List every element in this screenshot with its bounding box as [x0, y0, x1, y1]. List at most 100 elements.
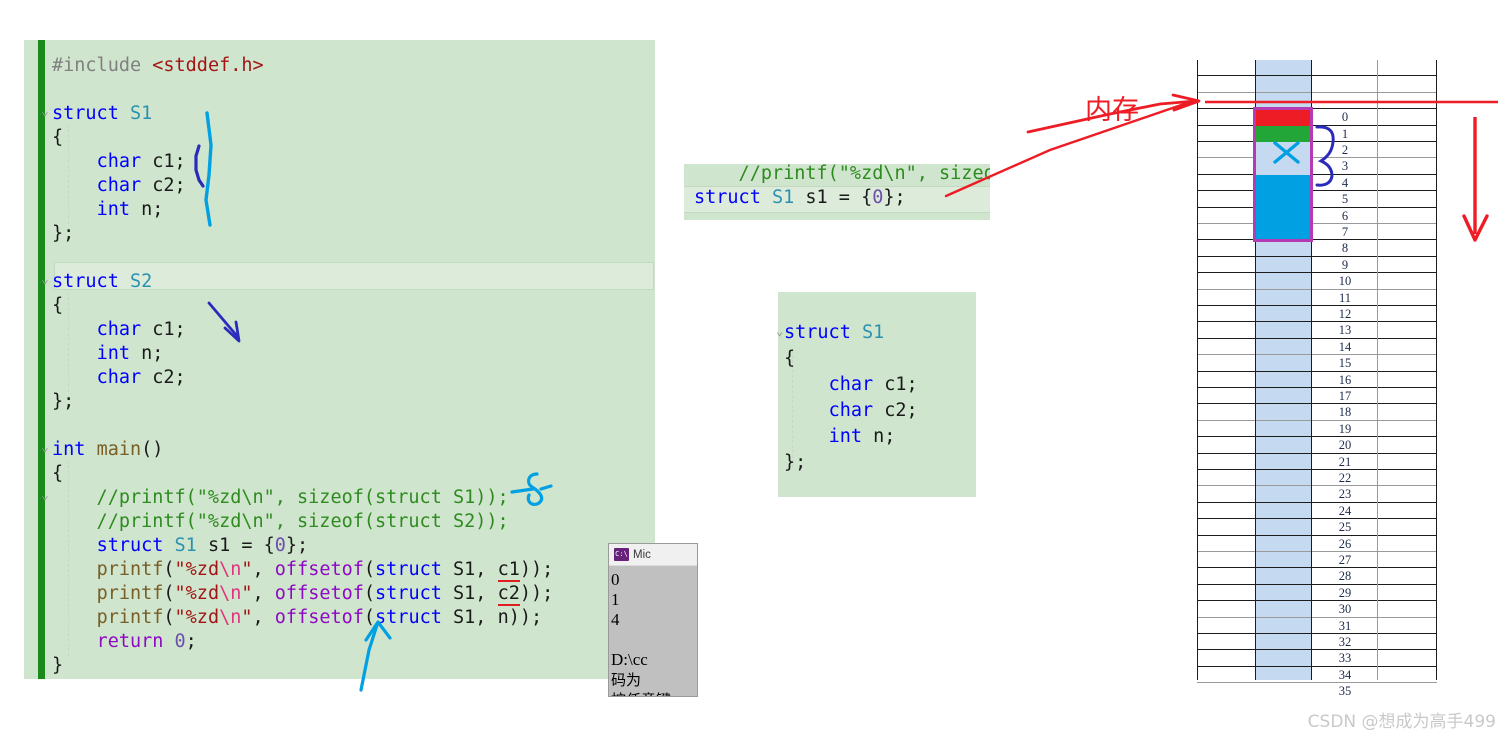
code-line: char c1;	[52, 150, 186, 174]
memory-offset-label: 24	[1338, 503, 1352, 518]
chevron-down-icon[interactable]: ⌄	[776, 324, 783, 338]
code-token: (	[163, 559, 175, 580]
code-token: c1;	[152, 319, 186, 340]
code-token: char	[96, 367, 153, 388]
code-token: };	[883, 187, 906, 208]
code-token: ,	[252, 583, 275, 604]
code-token: char	[828, 400, 885, 421]
code-token: };	[52, 223, 75, 244]
memory-offset-label: 15	[1338, 356, 1352, 371]
memory-offset-label: 25	[1338, 520, 1352, 535]
code-token: ,	[252, 607, 275, 628]
code-editor-panel[interactable]: #include <stddef.h> struct S1{ char c1; c…	[24, 40, 655, 679]
code-token: char	[96, 151, 153, 172]
code-token: S2	[129, 271, 153, 292]
code-line: struct S1	[52, 102, 152, 126]
memory-offset-label: 30	[1338, 602, 1352, 617]
code-token: s1 = {	[196, 535, 275, 556]
memory-offset-label: 20	[1338, 438, 1352, 453]
code-token: offsetof	[274, 607, 364, 628]
code-token: (	[363, 583, 376, 604]
console-output-line: 4	[611, 610, 620, 629]
code-token: };	[784, 452, 807, 473]
console-output-window[interactable]: C:\ Mic 014 D:\cc 码为按任意键	[608, 543, 698, 697]
memory-offset-label: 21	[1338, 454, 1352, 469]
code-token: "%zd	[174, 559, 220, 580]
memory-annotation-label: 内存	[1085, 95, 1139, 126]
code-line: //printf("%zd\n", sizeof	[694, 164, 990, 186]
memory-offset-label: 11	[1338, 290, 1352, 305]
code-token: };	[52, 391, 75, 412]
code-line: {	[52, 294, 63, 318]
code-token: struct	[375, 607, 454, 628]
code-line: return 0;	[52, 630, 197, 654]
code-token: S1	[129, 103, 153, 124]
code-token: c2;	[152, 367, 186, 388]
code-token: \n	[219, 583, 242, 604]
memory-offset-label: 27	[1338, 553, 1352, 567]
code-line: printf("%zd\n", offsetof(struct S1, c2))…	[52, 582, 553, 606]
chevron-down-icon[interactable]: ⌄	[41, 272, 49, 287]
memory-offset-label: 23	[1338, 487, 1352, 502]
code-line: //printf("%zd\n", sizeof(struct S1));	[52, 486, 509, 510]
memory-offset-label: 6	[1341, 208, 1349, 223]
code-token: "%zd	[174, 607, 220, 628]
memory-offset-label: 4	[1341, 175, 1349, 190]
code-token: S1,	[453, 583, 498, 604]
code-token: "	[241, 583, 253, 604]
code-token: n;	[873, 426, 896, 447]
code-token: struct	[375, 583, 454, 604]
code-token: int	[96, 199, 142, 220]
code-token: "	[241, 559, 253, 580]
code-token: n;	[141, 343, 164, 364]
screenshot-root: #include <stddef.h> struct S1{ char c1; c…	[0, 0, 1506, 740]
code-token: S1	[771, 187, 795, 208]
memory-offset-label: 9	[1341, 257, 1349, 272]
code-token: (	[163, 607, 175, 628]
console-output-line: D:\cc	[611, 650, 648, 669]
memory-offset-label: 8	[1341, 241, 1349, 256]
code-token: S1	[174, 535, 197, 556]
table-row	[1197, 93, 1437, 110]
code-token: ;	[185, 631, 197, 652]
memory-offset-label: 18	[1338, 405, 1352, 420]
chevron-down-icon[interactable]: ⌄	[41, 440, 49, 455]
console-output-line: 按任意键	[611, 690, 697, 696]
code-token: ()	[141, 439, 164, 460]
table-vline	[1197, 60, 1198, 680]
code-token: int	[96, 343, 142, 364]
code-token: struct	[96, 535, 175, 556]
table-row	[1197, 76, 1437, 93]
memory-offset-label: 10	[1338, 274, 1352, 289]
memory-offset-label: 19	[1338, 421, 1352, 436]
code-token: {	[52, 463, 64, 484]
console-output-line: 码为	[611, 671, 642, 689]
csdn-watermark: CSDN @想成为高手499	[1307, 712, 1496, 732]
code-token: 0	[174, 631, 186, 652]
code-token: {	[52, 127, 64, 148]
console-title-bar[interactable]: C:\ Mic	[609, 544, 697, 566]
code-token: char	[96, 319, 153, 340]
code-token: //printf("%zd\n", sizeof	[694, 164, 990, 184]
code-line: printf("%zd\n", offsetof(struct S1, n));	[52, 606, 543, 630]
code-line: #include <stddef.h>	[52, 54, 264, 78]
chevron-down-icon[interactable]: ⌄	[41, 488, 49, 503]
memory-offset-label: 12	[1338, 307, 1352, 321]
table-vline	[1377, 60, 1378, 680]
memory-offset-label: 29	[1338, 585, 1352, 600]
memory-offset-label: 32	[1338, 635, 1352, 649]
code-token: ));	[519, 559, 554, 580]
code-token: 0	[872, 187, 884, 208]
code-token: };	[285, 535, 309, 556]
code-line: {	[784, 346, 795, 372]
chevron-down-icon[interactable]: ⌄	[41, 104, 49, 119]
